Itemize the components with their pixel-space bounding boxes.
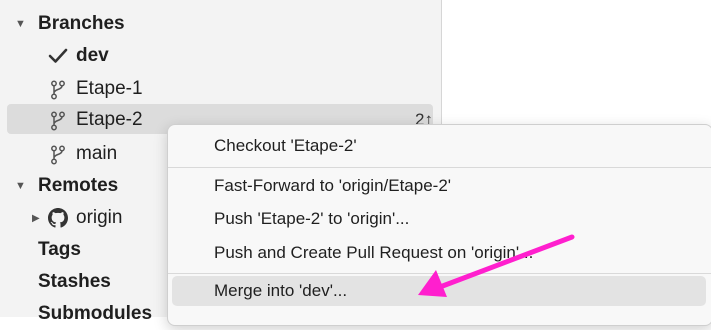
sidebar-item-dev[interactable]: dev [0,40,441,72]
context-menu: Checkout 'Etape-2' Fast-Forward to 'orig… [167,124,711,326]
branch-label: Etape-1 [76,78,143,99]
branches-header-label: Branches [38,13,125,34]
menu-item-label: Merge into 'dev'... [214,281,348,300]
caret-right-icon[interactable]: ▶ [32,213,40,224]
branches-section-header[interactable]: ▼ Branches [0,8,441,40]
branch-icon [51,111,65,131]
sidebar-item-etape-1[interactable]: Etape-1 [0,73,441,105]
github-icon [48,208,68,228]
branch-label: main [76,143,118,164]
menu-divider [168,167,711,168]
submodules-label: Submodules [38,303,153,324]
menu-divider [168,273,711,274]
caret-down-icon[interactable]: ▼ [15,18,26,30]
check-icon [48,48,68,63]
menu-item-label: Fast-Forward to 'origin/Etape-2' [214,176,452,195]
menu-item-push-create-pr[interactable]: Push and Create Pull Request on 'origin'… [172,238,706,268]
remotes-header-label: Remotes [38,175,119,196]
menu-item-checkout[interactable]: Checkout 'Etape-2' [172,131,706,161]
remote-label: origin [76,207,123,228]
caret-down-icon[interactable]: ▼ [15,180,26,192]
tags-label: Tags [38,239,81,260]
branch-icon [51,80,65,100]
branch-label: dev [76,45,109,66]
stashes-label: Stashes [38,271,111,292]
menu-item-label: Push 'Etape-2' to 'origin'... [214,209,410,228]
menu-item-merge-into-dev[interactable]: Merge into 'dev'... [172,276,706,306]
menu-item-label: Push and Create Pull Request on 'origin'… [214,243,534,262]
menu-item-label: Checkout 'Etape-2' [214,136,357,155]
menu-item-fast-forward[interactable]: Fast-Forward to 'origin/Etape-2' [172,171,706,201]
menu-item-push[interactable]: Push 'Etape-2' to 'origin'... [172,204,706,234]
branch-icon [51,145,65,165]
branch-label: Etape-2 [76,109,143,130]
